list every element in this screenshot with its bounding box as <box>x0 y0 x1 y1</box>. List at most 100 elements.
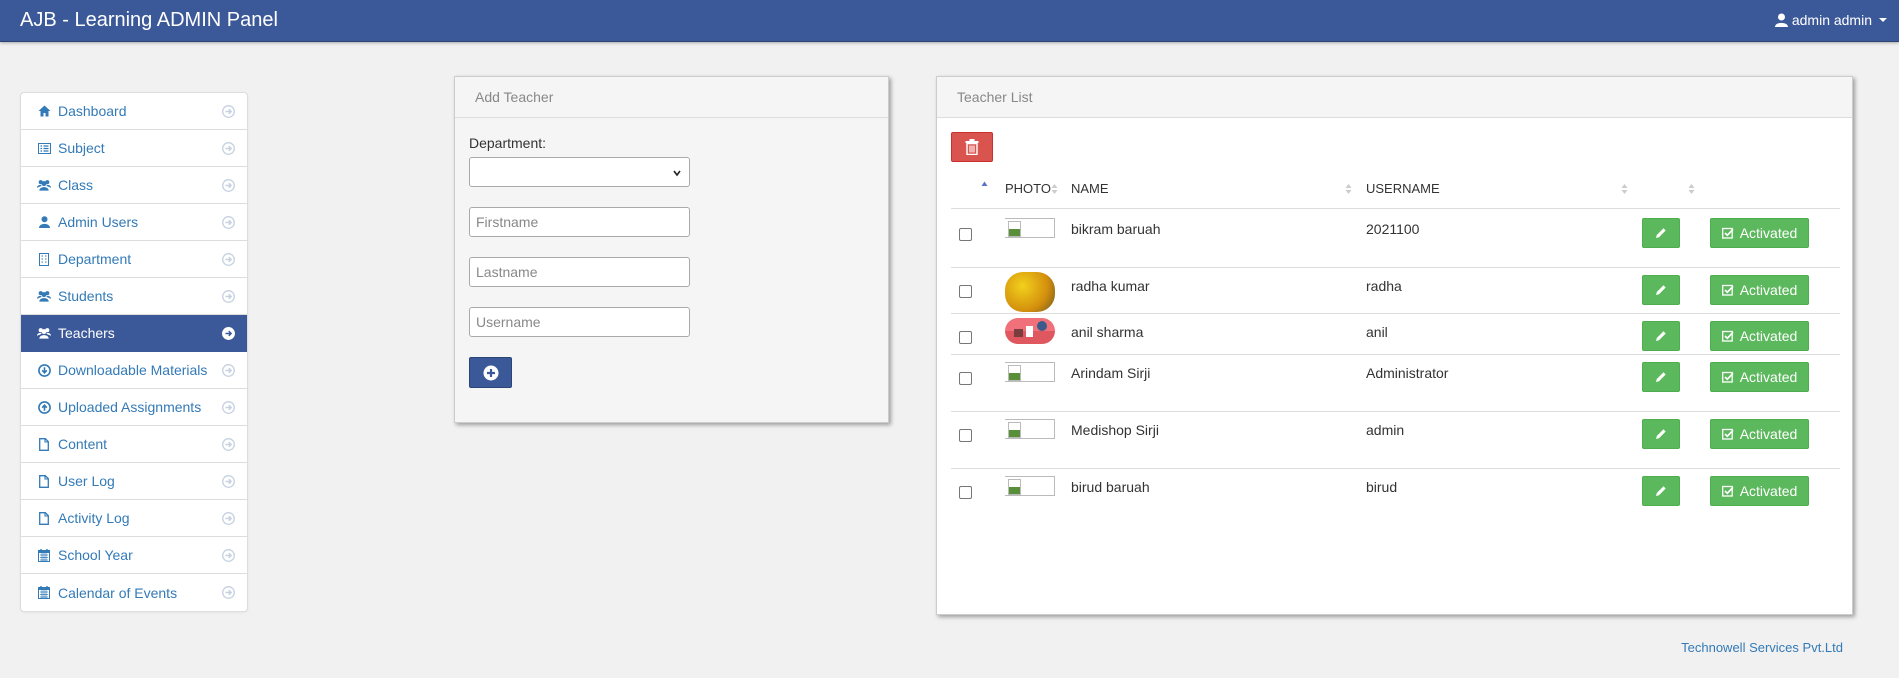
lastname-input[interactable] <box>469 257 690 287</box>
teacher-name: Arindam Sirji <box>1071 365 1151 381</box>
sidebar-item-label: Downloadable Materials <box>58 362 208 378</box>
chevron-circle-right-icon <box>222 438 235 451</box>
sidebar-item-label: Admin Users <box>58 214 139 230</box>
pencil-icon <box>1656 228 1666 238</box>
row-divider <box>951 468 1840 469</box>
status-label: Activated <box>1739 225 1798 241</box>
user-menu[interactable]: admin admin <box>1774 12 1887 28</box>
teacher-username: birud <box>1366 479 1398 495</box>
sidebar-item-class[interactable]: Class <box>21 167 247 204</box>
sidebar-item-students[interactable]: Students <box>21 278 247 315</box>
edit-button[interactable] <box>1642 419 1680 449</box>
sort-asc-icon[interactable] <box>981 181 988 193</box>
department-label: Department: <box>469 135 547 151</box>
chevron-circle-right-icon <box>222 105 235 118</box>
teacher-photo-broken <box>1005 476 1055 496</box>
teacher-username: anil <box>1366 324 1388 340</box>
firstname-input[interactable] <box>469 207 690 237</box>
chevron-circle-right-icon <box>222 475 235 488</box>
teacher-photo <box>1005 272 1055 312</box>
chevron-circle-right-icon <box>222 327 235 340</box>
check-square-icon <box>1721 284 1734 296</box>
chevron-circle-right-icon <box>222 142 235 155</box>
edit-button[interactable] <box>1642 321 1680 351</box>
teacher-username: 2021100 <box>1366 221 1420 237</box>
chevron-circle-right-icon <box>222 512 235 525</box>
footer-link[interactable]: Technowell Services Pvt.Ltd <box>1681 640 1843 655</box>
username-input[interactable] <box>469 307 690 337</box>
edit-button[interactable] <box>1642 476 1680 506</box>
col-name-header[interactable]: NAME <box>1071 181 1109 201</box>
sidebar-item-school-year[interactable]: School Year <box>21 537 247 574</box>
sort-both-icon <box>1688 184 1695 194</box>
row-checkbox[interactable] <box>959 372 972 385</box>
sidebar-item-label: User Log <box>58 473 115 489</box>
teacher-username: Administrator <box>1366 365 1449 381</box>
col-username-header[interactable]: USERNAME <box>1366 181 1440 201</box>
row-checkbox[interactable] <box>959 285 972 298</box>
teacher-name: anil sharma <box>1071 324 1144 340</box>
add-teacher-button[interactable] <box>469 357 512 388</box>
row-checkbox[interactable] <box>959 486 972 499</box>
sidebar-item-admin-users[interactable]: Admin Users <box>21 204 247 241</box>
sidebar-item-label: Students <box>58 288 114 304</box>
pencil-icon <box>1656 331 1666 341</box>
trash-icon <box>965 139 979 155</box>
chevron-circle-right-icon <box>222 586 235 599</box>
sidebar-item-subject[interactable]: Subject <box>21 130 247 167</box>
chevron-circle-right-icon <box>222 549 235 562</box>
teacher-name: radha kumar <box>1071 278 1150 294</box>
activated-button[interactable]: Activated <box>1710 419 1809 449</box>
home-icon <box>37 104 51 118</box>
activated-button[interactable]: Activated <box>1710 362 1809 392</box>
activated-button[interactable]: Activated <box>1710 275 1809 305</box>
activated-button[interactable]: Activated <box>1710 476 1809 506</box>
teacher-photo <box>1005 318 1055 344</box>
calendar-icon <box>37 548 51 562</box>
sidebar-item-department[interactable]: Department <box>21 241 247 278</box>
teacher-list-heading: Teacher List <box>937 77 1852 118</box>
sidebar-item-user-log[interactable]: User Log <box>21 463 247 500</box>
teacher-photo-broken <box>1005 362 1055 382</box>
row-checkbox[interactable] <box>959 429 972 442</box>
row-divider <box>951 313 1840 314</box>
sidebar-item-downloadable-materials[interactable]: Downloadable Materials <box>21 352 247 389</box>
status-label: Activated <box>1739 328 1798 344</box>
chevron-down-icon <box>673 170 681 177</box>
pencil-icon <box>1656 285 1666 295</box>
col-photo-header[interactable]: PHOTO <box>1005 181 1051 201</box>
sidebar-item-dashboard[interactable]: Dashboard <box>21 93 247 130</box>
table-header-divider <box>951 208 1840 209</box>
app-title[interactable]: AJB - Learning ADMIN Panel <box>20 9 278 32</box>
sidebar-item-activity-log[interactable]: Activity Log <box>21 500 247 537</box>
teacher-photo-broken <box>1005 419 1055 439</box>
teacher-name: Medishop Sirji <box>1071 422 1159 438</box>
sidebar-item-label: Teachers <box>58 325 115 341</box>
activated-button[interactable]: Activated <box>1710 321 1809 351</box>
sidebar-item-teachers[interactable]: Teachers <box>21 315 247 352</box>
department-select[interactable] <box>469 157 690 187</box>
teacher-username: admin <box>1366 422 1405 438</box>
row-checkbox[interactable] <box>959 228 972 241</box>
file-icon <box>37 474 51 488</box>
download-icon <box>37 363 51 377</box>
user-icon <box>1774 13 1788 27</box>
sidebar-item-content[interactable]: Content <box>21 426 247 463</box>
sidebar-item-label: School Year <box>58 547 133 563</box>
sidebar-item-label: Content <box>58 436 108 452</box>
edit-button[interactable] <box>1642 362 1680 392</box>
teacher-photo-broken <box>1005 218 1055 238</box>
sidebar-item-uploaded-assignments[interactable]: Uploaded Assignments <box>21 389 247 426</box>
chevron-circle-right-icon <box>222 364 235 377</box>
teacher-username: radha <box>1366 278 1402 294</box>
edit-button[interactable] <box>1642 218 1680 248</box>
status-label: Activated <box>1739 483 1798 499</box>
sidebar-item-calendar-of-events[interactable]: Calendar of Events <box>21 574 247 611</box>
sidebar-item-label: Calendar of Events <box>58 584 178 601</box>
delete-button[interactable] <box>951 132 993 162</box>
row-divider <box>951 354 1840 355</box>
row-checkbox[interactable] <box>959 331 972 344</box>
activated-button[interactable]: Activated <box>1710 218 1809 248</box>
edit-button[interactable] <box>1642 275 1680 305</box>
sidebar-item-label: Activity Log <box>58 510 130 526</box>
